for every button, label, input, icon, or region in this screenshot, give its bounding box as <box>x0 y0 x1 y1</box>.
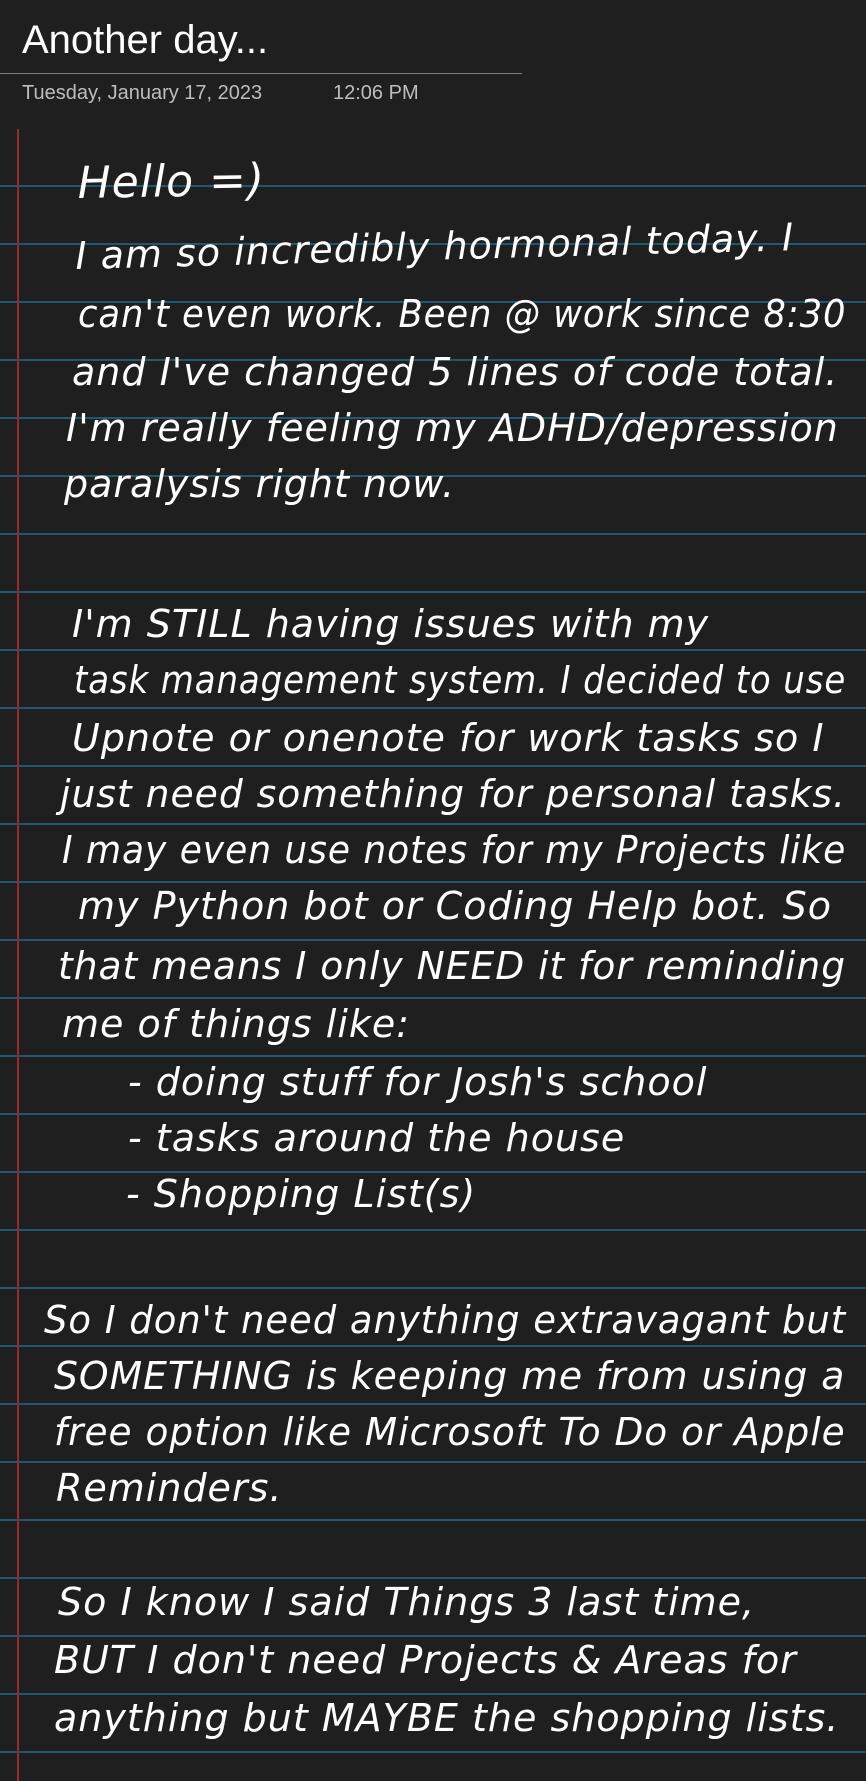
ink-line: - Shopping List(s) <box>126 1172 477 1216</box>
ink-line: that means I only NEED it for reminding <box>58 944 847 988</box>
ink-line: task management system. I decided to use <box>74 658 847 702</box>
ink-line: I'm STILL having issues with my <box>72 602 710 646</box>
ink-line: Upnote or onenote for work tasks so I <box>72 716 825 760</box>
ink-line: I am so incredibly hormonal today. I <box>74 215 795 279</box>
ink-line: paralysis right now. <box>64 462 456 506</box>
ink-line: anything but MAYBE the shopping lists. <box>54 1696 840 1740</box>
ink-line: - doing stuff for Josh's school <box>128 1060 708 1104</box>
ink-line: SOMETHING is keeping me from using a <box>54 1354 846 1398</box>
ink-line: So I know I said Things 3 last time, <box>58 1580 756 1624</box>
handwritten-ink-area[interactable]: Hello =) I am so incredibly hormonal tod… <box>0 0 866 1781</box>
ink-line: I may even use notes for my Projects lik… <box>62 828 847 872</box>
ink-line: my Python bot or Coding Help bot. So <box>78 884 832 928</box>
ink-line: free option like Microsoft To Do or Appl… <box>54 1410 846 1454</box>
notebook-page[interactable]: Another day... Tuesday, January 17, 2023… <box>0 0 866 1781</box>
ink-line: So I don't need anything extravagant but <box>44 1298 847 1342</box>
ink-line: I'm really feeling my ADHD/depression <box>66 406 839 450</box>
ink-line: can't even work. Been @ work since 8:30 <box>78 292 847 336</box>
ink-line: me of things like: <box>62 1002 411 1046</box>
ink-line: Reminders. <box>56 1466 283 1510</box>
ink-line: and I've changed 5 lines of code total. <box>72 350 839 394</box>
ink-line: - tasks around the house <box>128 1116 626 1160</box>
ink-line: just need something for personal tasks. <box>60 772 846 816</box>
ink-line: Hello =) <box>77 154 266 209</box>
ink-line: BUT I don't need Projects & Areas for <box>54 1638 797 1682</box>
